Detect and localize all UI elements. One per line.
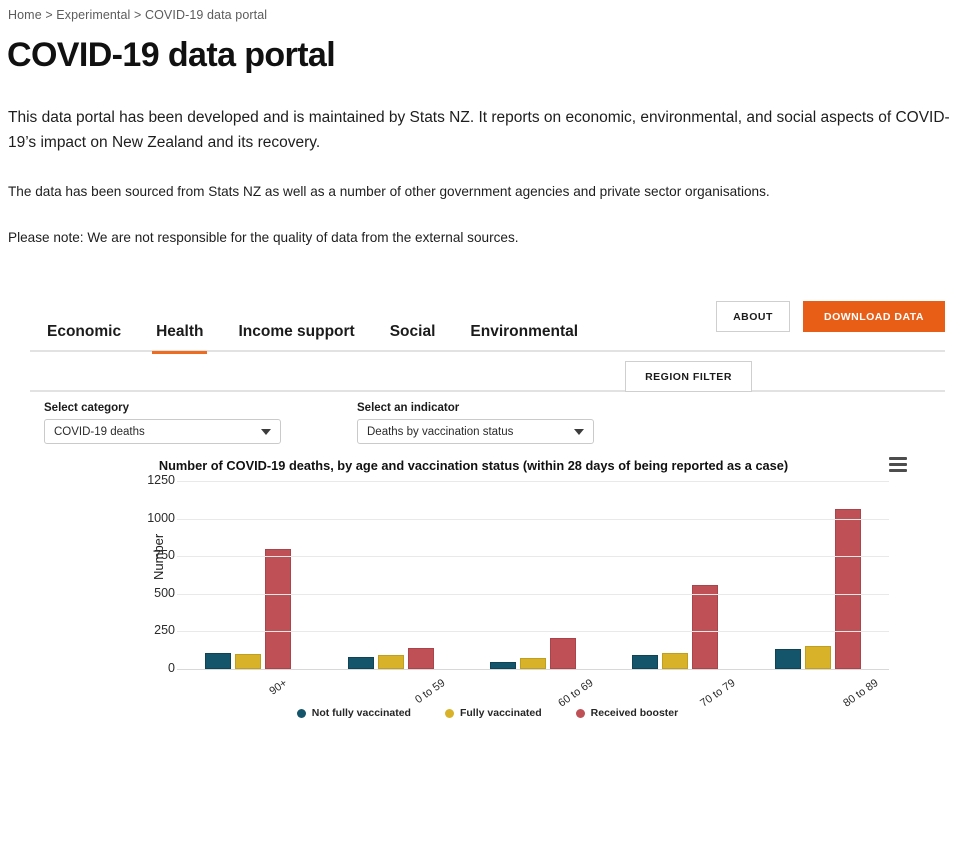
chart-bar[interactable] bbox=[834, 508, 861, 669]
chart-menu-icon[interactable] bbox=[889, 457, 907, 475]
intro-text: This data portal has been developed and … bbox=[8, 105, 968, 248]
category-select-value: COVID-19 deaths bbox=[54, 425, 145, 438]
chart-legend: Not fully vaccinated Fully vaccinated Rece… bbox=[30, 707, 945, 719]
download-data-button[interactable]: DOWNLOAD DATA bbox=[803, 301, 945, 332]
chart-bar[interactable] bbox=[235, 653, 262, 669]
intro-paragraph-2: The data has been sourced from Stats NZ … bbox=[8, 184, 770, 199]
chart-x-tick-label: 90+ bbox=[267, 677, 290, 698]
chart-bar[interactable] bbox=[407, 648, 434, 669]
widget-footer: Corresponding API query: https://api.sta… bbox=[30, 774, 945, 854]
chart-plot-area: 0 250 500 750 1000 1250 90+ 0 to 59 60 to 69 70 t… bbox=[147, 473, 889, 710]
chart-bar[interactable] bbox=[774, 648, 801, 669]
chart-y-tick-label: 500 bbox=[154, 585, 175, 600]
chart-bar[interactable] bbox=[549, 637, 576, 669]
legend-item[interactable]: Received booster bbox=[575, 707, 679, 719]
chart-bar[interactable] bbox=[347, 657, 374, 669]
chart-bar-group bbox=[604, 481, 746, 669]
chart-bar[interactable] bbox=[662, 652, 689, 669]
widget-action-buttons: ABOUT DOWNLOAD DATA bbox=[716, 301, 945, 332]
chart-bar[interactable] bbox=[632, 655, 659, 669]
legend-swatch-icon bbox=[444, 708, 454, 718]
chart-x-tick-label: 80 to 89 bbox=[840, 677, 881, 710]
chart-gridline bbox=[177, 481, 889, 482]
chart-gridline bbox=[177, 556, 889, 558]
chart-y-tick-label: 750 bbox=[154, 548, 175, 563]
chart-gridline bbox=[177, 669, 889, 670]
legend-label: Not fully vaccinated bbox=[311, 707, 411, 719]
intro-paragraph-1: This data portal has been developed and … bbox=[8, 109, 950, 151]
legend-item[interactable]: Fully vaccinated bbox=[444, 707, 542, 719]
chart-x-tick-label: 70 to 79 bbox=[698, 677, 739, 710]
tab-social[interactable]: Social bbox=[390, 323, 436, 352]
chart-gridline bbox=[177, 593, 889, 595]
page-root: Home > Experimental > COVID-19 data port… bbox=[0, 0, 975, 859]
about-button[interactable]: ABOUT bbox=[716, 301, 790, 332]
chart-bar-group bbox=[177, 481, 319, 669]
chart-bar[interactable] bbox=[265, 549, 292, 669]
breadcrumb[interactable]: Home > Experimental > COVID-19 data port… bbox=[8, 8, 267, 22]
chart-x-tick-label: 0 to 59 bbox=[412, 677, 448, 707]
chart-y-tick-label: 0 bbox=[168, 661, 175, 675]
tab-environmental[interactable]: Environmental bbox=[470, 323, 578, 352]
chart-bar[interactable] bbox=[692, 584, 719, 669]
chart-bar[interactable] bbox=[489, 661, 516, 669]
chart-bar-group bbox=[747, 481, 889, 669]
tab-health[interactable]: Health bbox=[152, 323, 208, 354]
chevron-down-icon bbox=[261, 428, 271, 435]
page-title: COVID-19 data portal bbox=[7, 36, 336, 74]
chevron-down-icon bbox=[574, 428, 584, 435]
tab-economic[interactable]: Economic bbox=[47, 323, 121, 352]
category-selector-label: Select category bbox=[44, 402, 130, 414]
chart-bar[interactable] bbox=[519, 658, 546, 669]
legend-label: Fully vaccinated bbox=[459, 707, 542, 719]
selector-row: Select category COVID-19 deaths Select a… bbox=[30, 392, 945, 454]
indicator-select[interactable]: Deaths by vaccination status bbox=[357, 419, 594, 444]
category-selector-group: Select category COVID-19 deaths bbox=[44, 402, 281, 444]
legend-item[interactable]: Not fully vaccinated bbox=[296, 707, 411, 719]
chart-bar[interactable] bbox=[804, 646, 831, 669]
chart-y-tick-label: 1250 bbox=[147, 473, 175, 487]
indicator-selector-group: Select an indicator Deaths by vaccinatio… bbox=[357, 402, 594, 444]
chart-title: Number of COVID-19 deaths, by age and va… bbox=[158, 458, 789, 473]
indicator-selector-label: Select an indicator bbox=[357, 402, 460, 414]
category-select[interactable]: COVID-19 deaths bbox=[44, 419, 281, 444]
tab-income-support[interactable]: Income support bbox=[238, 323, 354, 352]
tab-bar: Economic Health Income support Social Enviro… bbox=[30, 301, 945, 354]
legend-swatch-icon bbox=[575, 708, 585, 718]
chart-y-tick-label: 1000 bbox=[147, 510, 175, 525]
chart-y-tick-label: 250 bbox=[154, 623, 175, 638]
legend-label: Received booster bbox=[590, 707, 679, 719]
chart-gridline bbox=[177, 631, 889, 633]
chart-bar-group bbox=[462, 481, 604, 669]
indicator-select-value: Deaths by vaccination status bbox=[367, 425, 514, 438]
chart-gridline bbox=[177, 518, 889, 520]
chart-bar-group bbox=[319, 481, 461, 669]
chart-bar[interactable] bbox=[377, 654, 404, 669]
chart-x-tick-label: 60 to 69 bbox=[556, 677, 596, 710]
intro-paragraph-3: Please note: We are not responsible for … bbox=[8, 230, 519, 245]
chart-bar-groups bbox=[177, 481, 889, 669]
data-portal-widget: Economic Health Income support Social Enviro… bbox=[30, 301, 945, 859]
region-filter-button[interactable]: REGION FILTER bbox=[625, 361, 752, 392]
chart-container: Number of COVID-19 deaths, by age and va… bbox=[30, 454, 945, 774]
filter-row: REGION FILTER bbox=[30, 352, 945, 392]
legend-swatch-icon bbox=[296, 708, 306, 718]
chart-bar[interactable] bbox=[205, 652, 232, 669]
